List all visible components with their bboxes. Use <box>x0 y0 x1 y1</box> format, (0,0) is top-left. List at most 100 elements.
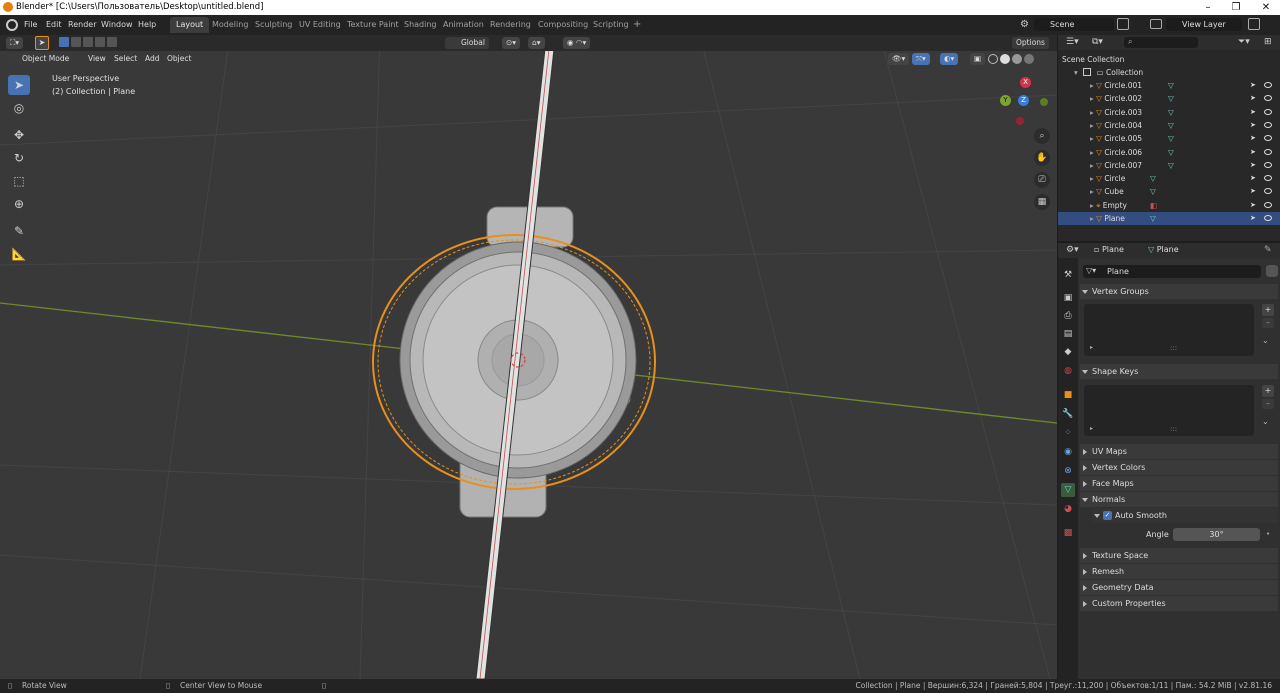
tab-rendering[interactable]: Rendering <box>484 17 537 33</box>
gizmo-toggle-icon[interactable]: ⤧▾ <box>912 53 930 65</box>
mesh-data-icon[interactable]: ▽ <box>1150 185 1156 198</box>
panel-texture-space[interactable]: Texture Space <box>1080 548 1278 563</box>
vertex-groups-list[interactable]: ▸ ::: <box>1084 304 1254 356</box>
visibility-eye-icon[interactable] <box>1264 95 1272 102</box>
scene-collection-row[interactable]: Scene Collection <box>1058 53 1280 66</box>
snap-icon[interactable]: ⌂▾ <box>528 37 545 49</box>
texture-tab-icon[interactable]: ▩ <box>1061 526 1075 540</box>
close-button[interactable]: ✕ <box>1252 0 1280 15</box>
outliner-search-input[interactable]: ⌕ <box>1124 37 1198 48</box>
transform-orientation-select[interactable]: Global <box>445 37 489 49</box>
add-vertex-group-button[interactable]: + <box>1262 304 1274 316</box>
outliner-item[interactable]: ▸ ▽ Circle.001 ▽ ➤ <box>1058 79 1280 92</box>
add-shape-key-button[interactable]: + <box>1262 385 1274 397</box>
filter-icon[interactable]: ⏷▾ <box>1238 37 1250 47</box>
constraints-tab-icon[interactable]: ⊗ <box>1061 464 1075 478</box>
panel-vertex-colors[interactable]: Vertex Colors <box>1080 460 1278 475</box>
visibility-eye-icon[interactable] <box>1264 148 1272 155</box>
outliner-item[interactable]: ▸ ▽ Circle.003 ▽ ➤ <box>1058 106 1280 119</box>
gizmo-x-axis[interactable]: X <box>1020 77 1031 88</box>
scene-tab-icon[interactable]: ◆ <box>1061 345 1075 359</box>
wireframe-shading-icon[interactable] <box>988 54 998 64</box>
selectable-toggle-icon[interactable]: ➤ <box>1250 119 1256 132</box>
menu-help[interactable]: Help <box>134 18 160 32</box>
scene-selector[interactable]: Scene <box>1034 18 1114 31</box>
view-layer-selector[interactable]: View Layer <box>1166 18 1242 31</box>
outliner-item[interactable]: ▸ ▽ Circle.007 ▽ ➤ <box>1058 159 1280 172</box>
gizmo-z-axis[interactable]: Z <box>1018 95 1029 106</box>
mesh-data-icon[interactable]: ▽ <box>1168 159 1174 172</box>
visibility-eye-icon[interactable] <box>1264 121 1272 128</box>
panel-vertex-groups[interactable]: Vertex Groups <box>1080 284 1278 299</box>
mesh-data-icon[interactable]: ▽ <box>1150 172 1156 185</box>
tab-shading[interactable]: Shading <box>398 17 443 33</box>
camera-view-icon[interactable]: ⎚ <box>1034 172 1050 188</box>
remove-shape-key-button[interactable]: – <box>1262 399 1274 409</box>
menu-window[interactable]: Window <box>97 18 137 32</box>
visibility-eye-icon[interactable] <box>1264 215 1272 221</box>
panel-remesh[interactable]: Remesh <box>1080 564 1278 579</box>
panel-uv-maps[interactable]: UV Maps <box>1080 444 1278 459</box>
menu-select[interactable]: Select <box>110 53 141 65</box>
gizmo-y-axis[interactable]: Y <box>1000 95 1011 106</box>
image-data-icon[interactable]: ◧ <box>1150 199 1157 212</box>
panel-face-maps[interactable]: Face Maps <box>1080 476 1278 491</box>
proportional-edit-icon[interactable]: ◉ ◠▾ <box>563 37 591 49</box>
ortho-grid-icon[interactable]: ▦ <box>1034 194 1050 210</box>
view-layer-tab-icon[interactable]: ▤ <box>1061 327 1075 341</box>
outliner-item[interactable]: ▸ ▽ Circle.006 ▽ ➤ <box>1058 146 1280 159</box>
tab-modeling[interactable]: Modeling <box>206 17 254 33</box>
visibility-eye-icon[interactable] <box>1264 108 1272 115</box>
list-resize-handle[interactable]: ::: <box>1170 344 1177 352</box>
remove-vertex-group-button[interactable]: – <box>1262 318 1274 328</box>
properties-editor-icon[interactable]: ⚙▾ <box>1066 245 1079 255</box>
collection-row[interactable]: ▾ ▭ Collection <box>1058 66 1280 79</box>
select-extend-icon[interactable] <box>71 37 81 47</box>
selectable-toggle-icon[interactable]: ➤ <box>1250 146 1256 159</box>
mesh-name-field[interactable]: Plane <box>1083 265 1261 278</box>
mesh-data-icon[interactable]: ▽ <box>1168 132 1174 145</box>
visibility-eye-icon[interactable] <box>1264 82 1272 88</box>
zoom-icon[interactable]: ⌕ <box>1034 128 1050 144</box>
minimize-button[interactable]: – <box>1194 0 1222 15</box>
visibility-eye-icon[interactable] <box>1264 201 1272 208</box>
select-invert-icon[interactable] <box>95 37 105 47</box>
visibility-icon[interactable]: 👁▾ <box>888 53 910 65</box>
modifier-tab-icon[interactable]: 🔧 <box>1061 407 1075 421</box>
world-tab-icon[interactable]: ◍ <box>1061 364 1075 378</box>
outliner-item[interactable]: ▸ ▽ Circle ▽ ➤ <box>1058 172 1280 185</box>
keyframe-dot-icon[interactable]: • <box>1266 530 1270 538</box>
panel-normals[interactable]: Normals <box>1080 492 1278 507</box>
select-mode-icon[interactable]: ➤ <box>35 36 49 50</box>
new-scene-icon[interactable] <box>1117 18 1129 30</box>
new-collection-icon[interactable]: ⊞ <box>1264 37 1272 47</box>
annotate-tool-icon[interactable]: ✎ <box>8 221 30 241</box>
visibility-eye-icon[interactable] <box>1264 161 1272 168</box>
select-intersect-icon[interactable] <box>107 37 117 47</box>
add-workspace-button[interactable]: + <box>627 17 647 33</box>
gizmo-neg-x[interactable] <box>1016 117 1024 125</box>
menu-edit[interactable]: Edit <box>42 18 66 32</box>
mesh-data-icon[interactable]: ▽ <box>1168 119 1174 132</box>
outliner-item[interactable]: ▸ ▽ Plane ▽ ➤ <box>1058 212 1280 225</box>
tab-sculpting[interactable]: Sculpting <box>249 17 298 33</box>
material-tab-icon[interactable]: ◕ <box>1061 502 1075 516</box>
expand-arrow-icon[interactable]: ▾ <box>1074 68 1078 77</box>
selectable-toggle-icon[interactable]: ➤ <box>1250 172 1256 185</box>
vertex-group-menu-icon[interactable]: ⌄ <box>1262 336 1269 345</box>
selectable-toggle-icon[interactable]: ➤ <box>1250 132 1256 145</box>
tab-uv-editing[interactable]: UV Editing <box>293 17 347 33</box>
panel-shape-keys[interactable]: Shape Keys <box>1080 364 1278 379</box>
panel-geometry-data[interactable]: Geometry Data <box>1080 580 1278 595</box>
selectable-toggle-icon[interactable]: ➤ <box>1250 106 1256 119</box>
menu-object[interactable]: Object <box>163 53 195 65</box>
tab-animation[interactable]: Animation <box>437 17 490 33</box>
auto-smooth-checkbox[interactable]: ✓ <box>1103 511 1112 520</box>
outliner-item[interactable]: ▸ ▽ Circle.005 ▽ ➤ <box>1058 132 1280 145</box>
mesh-browse-icon[interactable]: ▽▾ <box>1086 266 1096 275</box>
list-resize-handle[interactable]: ::: <box>1170 425 1177 433</box>
selectable-toggle-icon[interactable]: ➤ <box>1250 92 1256 105</box>
render-tab-icon[interactable]: ▣ <box>1061 291 1075 305</box>
new-view-layer-icon[interactable] <box>1248 18 1260 30</box>
outliner-item[interactable]: ▸ ⌖ Empty ◧ ➤ <box>1058 199 1280 212</box>
